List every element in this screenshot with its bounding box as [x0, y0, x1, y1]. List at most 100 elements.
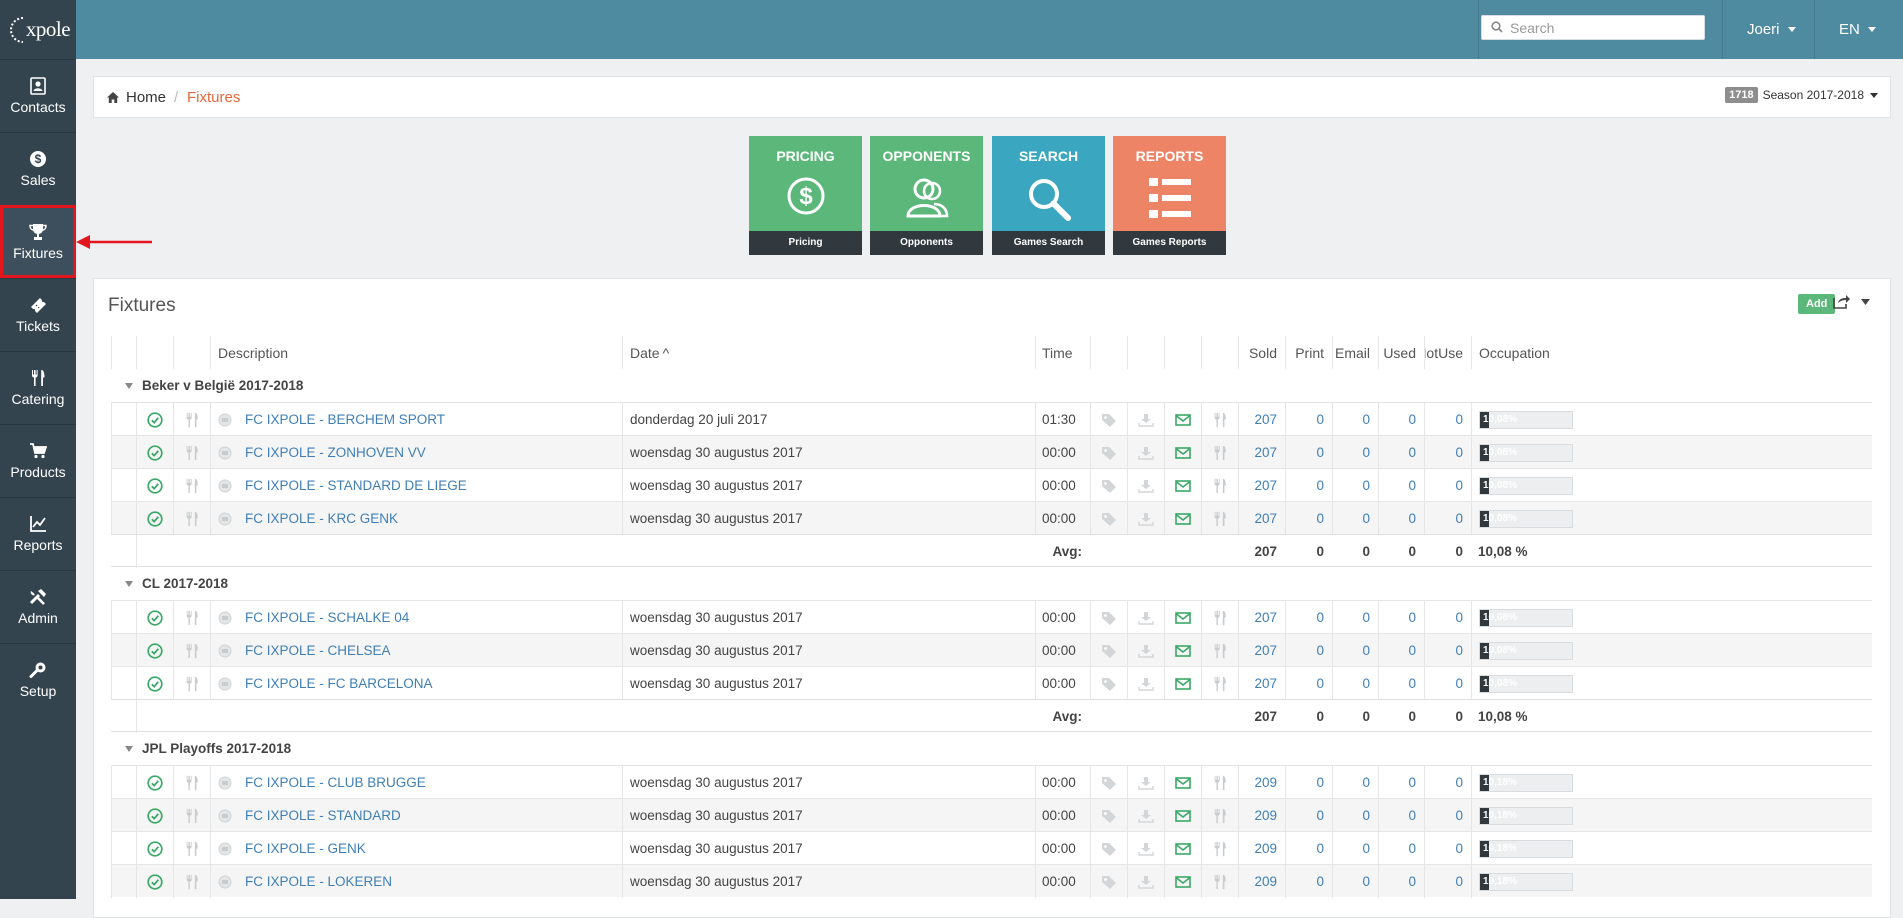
used-count-link[interactable]: 0	[1408, 775, 1416, 790]
notuse-count-link[interactable]: 0	[1455, 412, 1463, 427]
download-icon[interactable]	[1127, 634, 1164, 667]
notuse-count-link[interactable]: 0	[1455, 841, 1463, 856]
sold-count-link[interactable]: 207	[1254, 610, 1277, 625]
email-count-link[interactable]: 0	[1362, 412, 1370, 427]
download-icon[interactable]	[1127, 865, 1164, 898]
download-icon[interactable]	[1127, 436, 1164, 469]
tile-games-search[interactable]: SEARCH Games Search	[992, 136, 1105, 255]
used-count-link[interactable]: 0	[1408, 676, 1416, 691]
email-count-link[interactable]: 0	[1362, 610, 1370, 625]
email-icon[interactable]	[1164, 799, 1201, 832]
sidebar-item-tickets[interactable]: Tickets	[0, 278, 76, 351]
sidebar-item-fixtures[interactable]: Fixtures	[0, 205, 76, 278]
column-header-sold[interactable]: Sold	[1238, 336, 1285, 369]
email-count-link[interactable]: 0	[1362, 445, 1370, 460]
email-count-link[interactable]: 0	[1362, 676, 1370, 691]
column-header-date[interactable]: Date ^	[622, 336, 1035, 369]
catering-icon[interactable]	[1201, 403, 1238, 436]
sold-count-link[interactable]: 207	[1254, 445, 1277, 460]
tag-icon[interactable]	[1090, 832, 1127, 865]
email-icon[interactable]	[1164, 436, 1201, 469]
season-selector[interactable]: 1718 Season 2017-2018	[1725, 87, 1878, 103]
group-header[interactable]: JPL Playoffs 2017-2018	[111, 732, 1872, 765]
sidebar-item-reports[interactable]: Reports	[0, 497, 76, 570]
sold-count-link[interactable]: 209	[1254, 808, 1277, 823]
fixture-link[interactable]: FC IXPOLE - SCHALKE 04	[245, 610, 409, 625]
tile-games-reports[interactable]: REPORTS Games Reports	[1113, 136, 1226, 255]
print-count-link[interactable]: 0	[1316, 478, 1324, 493]
column-header-description[interactable]: Description	[210, 336, 622, 369]
email-count-link[interactable]: 0	[1362, 808, 1370, 823]
email-count-link[interactable]: 0	[1362, 841, 1370, 856]
app-logo[interactable]: xpole	[0, 0, 76, 59]
sold-count-link[interactable]: 207	[1254, 412, 1277, 427]
collapse-triangle-icon[interactable]	[125, 382, 133, 389]
catering-icon[interactable]	[173, 865, 210, 898]
used-count-link[interactable]: 0	[1408, 412, 1416, 427]
tile-pricing[interactable]: PRICING $ Pricing	[749, 136, 862, 255]
notuse-count-link[interactable]: 0	[1455, 445, 1463, 460]
download-icon[interactable]	[1127, 502, 1164, 535]
catering-icon[interactable]	[1201, 766, 1238, 799]
catering-icon[interactable]	[173, 601, 210, 634]
tag-icon[interactable]	[1090, 799, 1127, 832]
email-icon[interactable]	[1164, 865, 1201, 898]
print-count-link[interactable]: 0	[1316, 412, 1324, 427]
catering-icon[interactable]	[173, 634, 210, 667]
catering-icon[interactable]	[173, 766, 210, 799]
fixture-link[interactable]: FC IXPOLE - FC BARCELONA	[245, 676, 433, 691]
email-icon[interactable]	[1164, 667, 1201, 700]
tag-icon[interactable]	[1090, 667, 1127, 700]
collapse-triangle-icon[interactable]	[125, 745, 133, 752]
email-icon[interactable]	[1164, 502, 1201, 535]
catering-icon[interactable]	[173, 832, 210, 865]
tag-icon[interactable]	[1090, 469, 1127, 502]
catering-icon[interactable]	[173, 469, 210, 502]
catering-icon[interactable]	[1201, 634, 1238, 667]
catering-icon[interactable]	[1201, 436, 1238, 469]
email-icon[interactable]	[1164, 634, 1201, 667]
fixture-link[interactable]: FC IXPOLE - KRC GENK	[245, 511, 398, 526]
notuse-count-link[interactable]: 0	[1455, 610, 1463, 625]
fixture-link[interactable]: FC IXPOLE - GENK	[245, 841, 366, 856]
email-icon[interactable]	[1164, 832, 1201, 865]
catering-icon[interactable]	[173, 667, 210, 700]
fixture-link[interactable]: FC IXPOLE - CHELSEA	[245, 643, 391, 658]
sidebar-item-setup[interactable]: Setup	[0, 643, 76, 716]
download-icon[interactable]	[1127, 667, 1164, 700]
tag-icon[interactable]	[1090, 436, 1127, 469]
sold-count-link[interactable]: 207	[1254, 478, 1277, 493]
print-count-link[interactable]: 0	[1316, 874, 1324, 889]
fixture-link[interactable]: FC IXPOLE - CLUB BRUGGE	[245, 775, 426, 790]
notuse-count-link[interactable]: 0	[1455, 511, 1463, 526]
tag-icon[interactable]	[1090, 502, 1127, 535]
sidebar-item-admin[interactable]: Admin	[0, 570, 76, 643]
used-count-link[interactable]: 0	[1408, 808, 1416, 823]
fixture-link[interactable]: FC IXPOLE - STANDARD	[245, 808, 401, 823]
print-count-link[interactable]: 0	[1316, 676, 1324, 691]
column-header-email[interactable]: Email	[1332, 336, 1378, 369]
catering-icon[interactable]	[1201, 799, 1238, 832]
notuse-count-link[interactable]: 0	[1455, 874, 1463, 889]
used-count-link[interactable]: 0	[1408, 874, 1416, 889]
fixture-link[interactable]: FC IXPOLE - STANDARD DE LIEGE	[245, 478, 467, 493]
notuse-count-link[interactable]: 0	[1455, 478, 1463, 493]
tile-opponents[interactable]: OPPONENTS Opponents	[870, 136, 983, 255]
used-count-link[interactable]: 0	[1408, 478, 1416, 493]
tag-icon[interactable]	[1090, 403, 1127, 436]
sold-count-link[interactable]: 209	[1254, 841, 1277, 856]
email-count-link[interactable]: 0	[1362, 643, 1370, 658]
fixture-link[interactable]: FC IXPOLE - ZONHOVEN VV	[245, 445, 426, 460]
print-count-link[interactable]: 0	[1316, 775, 1324, 790]
tag-icon[interactable]	[1090, 601, 1127, 634]
breadcrumb-home[interactable]: Home	[107, 89, 166, 106]
fixture-link[interactable]: FC IXPOLE - LOKEREN	[245, 874, 392, 889]
search-input[interactable]	[1510, 16, 1700, 39]
panel-menu-caret-icon[interactable]	[1861, 299, 1870, 305]
sold-count-link[interactable]: 209	[1254, 775, 1277, 790]
catering-icon[interactable]	[173, 502, 210, 535]
sold-count-link[interactable]: 207	[1254, 676, 1277, 691]
used-count-link[interactable]: 0	[1408, 511, 1416, 526]
used-count-link[interactable]: 0	[1408, 643, 1416, 658]
catering-icon[interactable]	[1201, 865, 1238, 898]
